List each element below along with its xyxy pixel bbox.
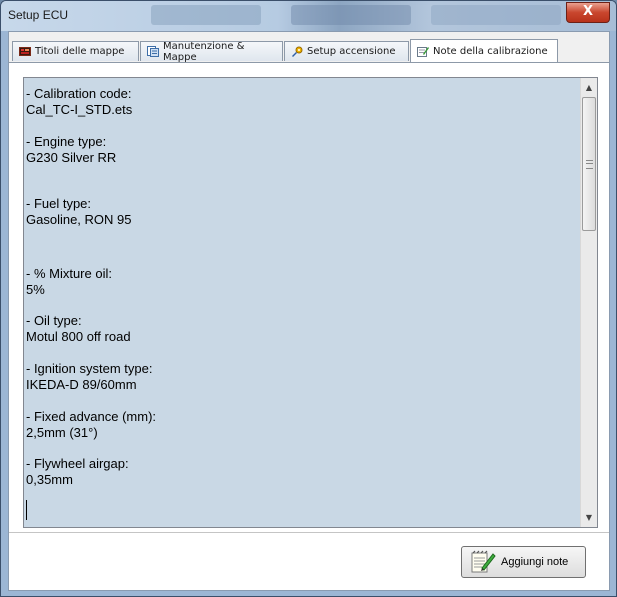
- note-entry: - Fixed advance (mm): 2,5mm (31°): [26, 409, 156, 441]
- vertical-scrollbar[interactable]: ▲ ▼: [580, 78, 597, 527]
- footer-separator: [9, 532, 609, 533]
- title-bar[interactable]: Setup ECU X: [1, 1, 616, 31]
- scroll-up-icon[interactable]: ▲: [581, 79, 597, 96]
- note-value: 2,5mm (31°): [26, 425, 98, 440]
- grip-icon: [586, 160, 593, 169]
- tab-label: Manutenzione & Mappe: [163, 40, 245, 63]
- scrollbar-thumb[interactable]: [582, 97, 596, 231]
- setup-ecu-window: Setup ECU X Titoli delle mappe Manutenzi…: [0, 0, 617, 597]
- note-value: IKEDA-D 89/60mm: [26, 377, 137, 392]
- note-label: - Fuel type:: [26, 196, 92, 211]
- close-button[interactable]: X: [566, 2, 610, 23]
- note-label: - Ignition system type:: [26, 361, 153, 376]
- note-entry: - Ignition system type: IKEDA-D 89/60mm: [26, 361, 152, 393]
- tab-titoli-delle-mappe[interactable]: Titoli delle mappe: [12, 41, 139, 61]
- tab-strip: Titoli delle mappe Manutenzione & Mappe …: [9, 39, 609, 63]
- note-label: - Flywheel airgap:: [26, 456, 129, 471]
- add-notes-label: Aggiungi note: [501, 556, 569, 568]
- text-cursor: [26, 500, 27, 520]
- titlebar-decoration: [291, 5, 411, 25]
- calibration-notes-textbox[interactable]: - Calibration code: Cal_TC-I_STD.ets - E…: [23, 77, 598, 528]
- note-label: - % Mixture oil:: [26, 266, 112, 281]
- tab-note-della-calibrazione[interactable]: Note della calibrazione: [410, 39, 558, 62]
- note-value: Cal_TC-I_STD.ets: [26, 102, 133, 117]
- note-entry: - Fuel type: Gasoline, RON 95: [26, 196, 132, 228]
- notes-icon: [417, 46, 429, 57]
- notepad-pencil-icon: [470, 550, 496, 574]
- dialog-client-area: Titoli delle mappe Manutenzione & Mappe …: [8, 31, 610, 591]
- titlebar-decoration: [431, 5, 561, 25]
- note-value: 0,35mm: [26, 472, 73, 487]
- note-value: Motul 800 off road: [26, 329, 131, 344]
- note-entry: - Oil type: Motul 800 off road: [26, 313, 131, 345]
- tab-label: Note della calibrazione: [433, 45, 548, 57]
- note-value: 5%: [26, 282, 45, 297]
- tab-setup-accensione[interactable]: Setup accensione: [284, 41, 409, 61]
- ignition-setup-icon: [291, 46, 303, 57]
- tab-label: Titoli delle mappe: [35, 46, 125, 57]
- note-entry: - Flywheel airgap: 0,35mm: [26, 456, 129, 488]
- window-title: Setup ECU: [8, 8, 69, 22]
- add-notes-button[interactable]: Aggiungi note: [461, 546, 586, 578]
- tab-label: Setup accensione: [307, 46, 396, 57]
- maintenance-maps-icon: [147, 46, 159, 57]
- notes-content: - Calibration code: Cal_TC-I_STD.ets - E…: [26, 80, 581, 525]
- note-entry: - % Mixture oil: 5%: [26, 266, 112, 298]
- note-entry: - Calibration code: Cal_TC-I_STD.ets: [26, 86, 132, 118]
- note-value: G230 Silver RR: [26, 150, 117, 165]
- note-entry: - Engine type: G230 Silver RR: [26, 134, 116, 166]
- note-label: - Oil type:: [26, 313, 82, 328]
- map-titles-icon: [19, 46, 31, 57]
- note-label: - Engine type:: [26, 134, 107, 149]
- note-label: - Calibration code:: [26, 86, 132, 101]
- scroll-down-icon[interactable]: ▼: [581, 509, 597, 526]
- titlebar-decoration: [151, 5, 261, 25]
- tab-manutenzione-mappe[interactable]: Manutenzione & Mappe: [140, 40, 283, 63]
- note-label: - Fixed advance (mm):: [26, 409, 157, 424]
- note-value: Gasoline, RON 95: [26, 212, 132, 227]
